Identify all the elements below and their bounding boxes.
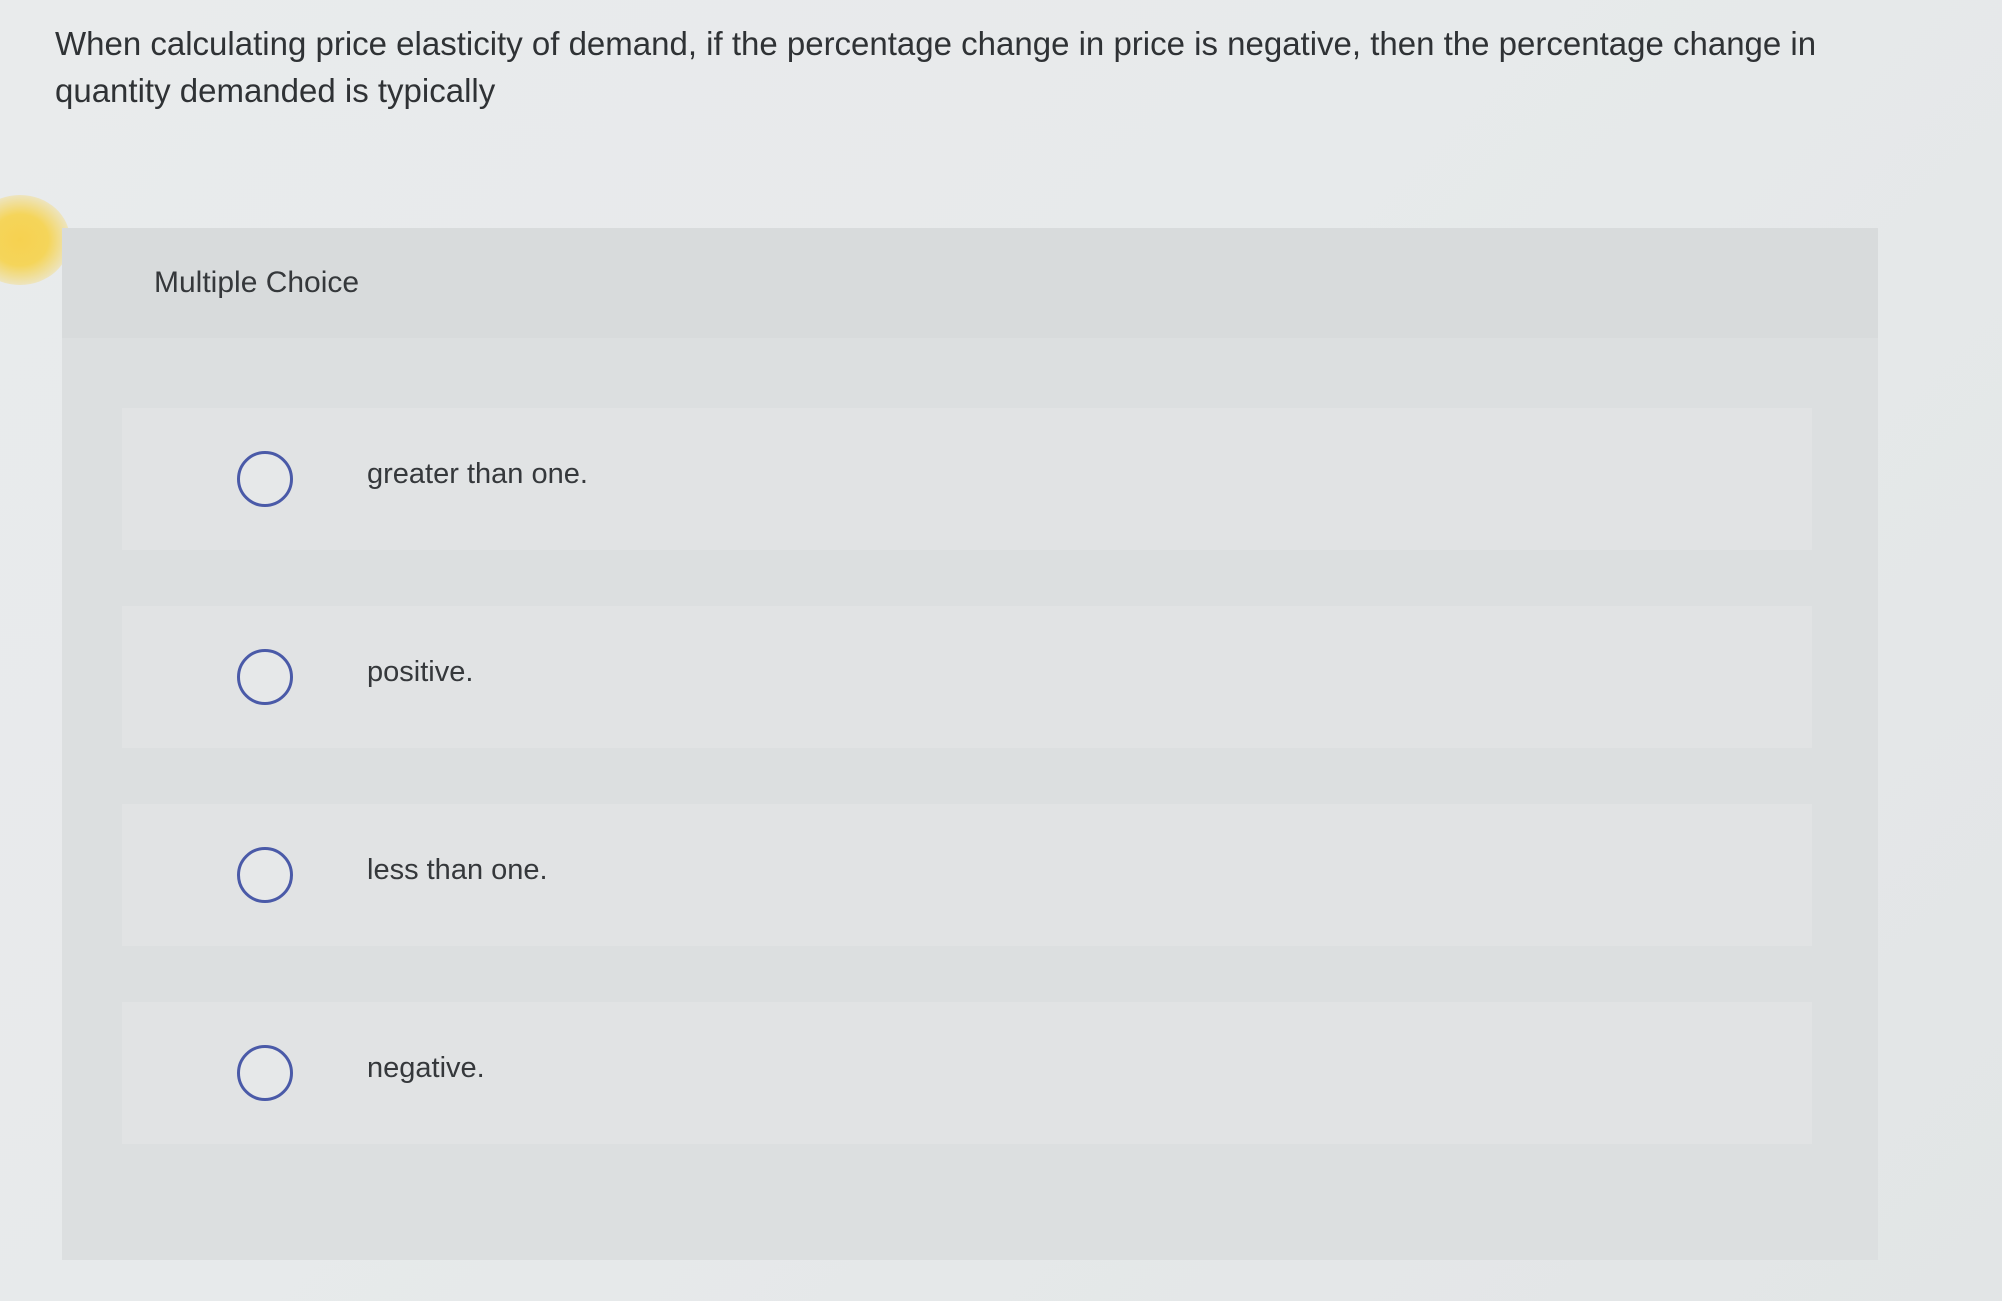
radio-button-icon[interactable] [237,847,293,903]
choice-label[interactable]: negative. [367,1052,485,1085]
choice-option-3[interactable]: less than one. [122,804,1812,946]
radio-button-icon[interactable] [237,649,293,705]
radio-button-icon[interactable] [237,1045,293,1101]
question-text: When calculating price elasticity of dem… [55,25,1817,109]
choice-option-2[interactable]: positive. [122,606,1812,748]
choice-option-4[interactable]: negative. [122,1002,1812,1144]
panel-header: Multiple Choice [62,228,1878,338]
choice-label[interactable]: greater than one. [367,458,588,491]
choice-option-1[interactable]: greater than one. [122,408,1812,550]
multiple-choice-panel: Multiple Choice greater than one. positi… [62,228,1878,1260]
choice-label[interactable]: positive. [367,656,473,689]
choice-label[interactable]: less than one. [367,854,548,887]
light-glare [0,195,70,285]
radio-button-icon[interactable] [237,451,293,507]
panel-header-label: Multiple Choice [154,266,360,299]
